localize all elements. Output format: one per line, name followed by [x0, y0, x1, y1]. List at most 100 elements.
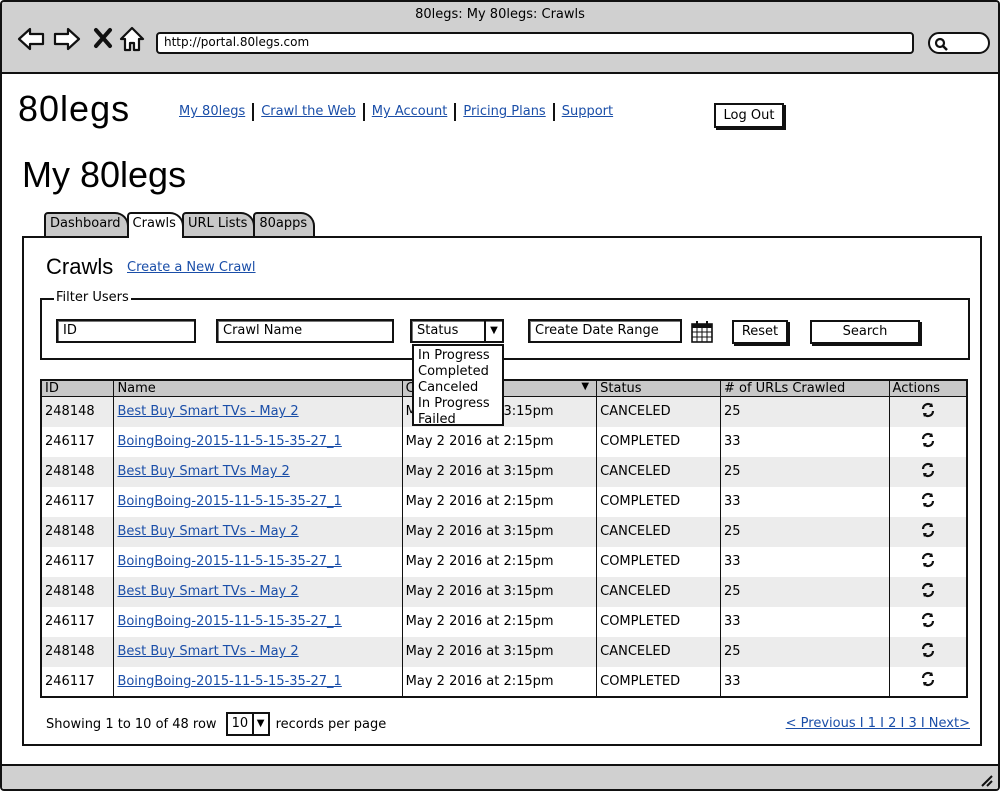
- refresh-icon[interactable]: [920, 552, 936, 568]
- page-title: My 80legs: [22, 154, 187, 195]
- cell-status: COMPLETED: [596, 426, 721, 457]
- nav-my-80legs[interactable]: My 80legs: [172, 103, 255, 121]
- tab-crawls[interactable]: Crawls: [126, 212, 184, 238]
- cell-id: 248148: [41, 516, 114, 547]
- cell-actions: [888, 486, 967, 517]
- cell-id: 248148: [41, 456, 114, 487]
- refresh-icon[interactable]: [920, 671, 936, 687]
- table-row: 246117 BoingBoing-2015-11-5-15-35-27_1 May…: [41, 606, 967, 637]
- tab-url-lists[interactable]: URL Lists: [181, 212, 256, 236]
- cell-actions: [888, 456, 967, 487]
- refresh-icon[interactable]: [920, 492, 936, 508]
- crawl-name-link[interactable]: Best Buy Smart TVs - May 2: [117, 524, 298, 539]
- cell-created: May 2 2016 at 2:15pm: [401, 546, 597, 577]
- logo: 80legs: [18, 88, 131, 129]
- refresh-icon[interactable]: [920, 432, 936, 448]
- refresh-icon[interactable]: [920, 612, 936, 628]
- cell-id: 248148: [41, 396, 114, 427]
- per-page-select[interactable]: 10 ▼: [225, 712, 270, 736]
- table-row: 248148Best Buy Smart TVs - May 2 May 2 20…: [41, 516, 967, 547]
- col-header-status[interactable]: Status: [596, 380, 721, 397]
- home-icon[interactable]: [117, 24, 147, 54]
- cell-status: COMPLETED: [596, 606, 721, 637]
- crawl-name-input[interactable]: Crawl Name: [216, 319, 394, 343]
- status-select-value: Status: [417, 323, 459, 338]
- nav-support[interactable]: Support: [555, 103, 620, 121]
- cell-actions: [888, 606, 967, 637]
- nav-pricing-plans[interactable]: Pricing Plans: [456, 103, 555, 121]
- cell-status: COMPLETED: [596, 666, 721, 697]
- crawl-name-link[interactable]: Best Buy Smart TVs - May 2: [117, 644, 298, 659]
- top-nav: My 80legs Crawl the Web My Account Prici…: [172, 103, 620, 121]
- crawl-name-link[interactable]: BoingBoing-2015-11-5-15-35-27_1: [117, 554, 341, 569]
- forward-icon[interactable]: [52, 24, 82, 54]
- cell-created: May 2 2016 at 3:15pm: [401, 516, 597, 547]
- cell-created: May 2 2016 at 2:15pm: [401, 426, 597, 457]
- status-option[interactable]: Completed: [418, 364, 498, 380]
- pagination-summary: Showing 1 to 10 of 48 row 10 ▼ records p…: [46, 712, 386, 736]
- stop-icon[interactable]: [90, 24, 120, 54]
- cell-id: 248148: [41, 636, 114, 667]
- pager-links[interactable]: < Previous I 1 I 2 I 3 I Next>: [786, 716, 970, 731]
- cell-urls: 33: [719, 426, 890, 457]
- cell-id: 246117: [45, 494, 95, 509]
- col-header-id[interactable]: ID: [41, 380, 114, 397]
- tab-dashboard[interactable]: Dashboard: [44, 212, 129, 236]
- reset-button[interactable]: Reset: [732, 320, 788, 344]
- search-button[interactable]: Search: [810, 320, 920, 344]
- calendar-icon[interactable]: [690, 320, 714, 344]
- crawl-name-link[interactable]: Best Buy Smart TVs - May 2: [117, 584, 298, 599]
- col-header-name[interactable]: Name: [113, 380, 403, 397]
- browser-statusbar: [2, 764, 998, 789]
- cell-actions: [888, 576, 967, 607]
- cell-urls: 25: [719, 636, 890, 667]
- refresh-icon[interactable]: [920, 582, 936, 598]
- cell-name: Best Buy Smart TVs - May 2: [113, 516, 403, 547]
- nav-my-account[interactable]: My Account: [365, 103, 457, 121]
- table-row: 246117 BoingBoing-2015-11-5-15-35-27_1 May…: [41, 666, 967, 697]
- table-row: 246117 BoingBoing-2015-11-5-15-35-27_1 May…: [41, 546, 967, 577]
- cell-urls: 25: [719, 396, 890, 427]
- window-title: 80legs: My 80legs: Crawls: [415, 7, 585, 22]
- cell-status: COMPLETED: [596, 546, 721, 577]
- crawl-name-link[interactable]: BoingBoing-2015-11-5-15-35-27_1: [117, 494, 341, 509]
- crawl-name-link[interactable]: BoingBoing-2015-11-5-15-35-27_1: [117, 674, 341, 689]
- refresh-icon[interactable]: [920, 462, 936, 478]
- crawl-name-link[interactable]: BoingBoing-2015-11-5-15-35-27_1: [117, 614, 341, 629]
- address-bar[interactable]: http://portal.80legs.com: [156, 32, 914, 54]
- status-option[interactable]: In Progress: [418, 396, 498, 412]
- logout-button[interactable]: Log Out: [714, 103, 784, 128]
- tab-80apps[interactable]: 80apps: [253, 212, 316, 236]
- crawl-name-link[interactable]: Best Buy Smart TVs - May 2: [117, 404, 298, 419]
- cell-status: COMPLETED: [596, 486, 721, 517]
- cell-created: May 2 2016 at 2:15pm: [401, 666, 597, 697]
- cell-name: BoingBoing-2015-11-5-15-35-27_1: [113, 486, 403, 517]
- refresh-icon[interactable]: [920, 642, 936, 658]
- cell-name: BoingBoing-2015-11-5-15-35-27_1: [113, 426, 403, 457]
- cell-status: CANCELED: [596, 576, 721, 607]
- chevron-down-icon[interactable]: ▼: [484, 321, 502, 341]
- cell-status: CANCELED: [596, 636, 721, 667]
- crawl-name-link[interactable]: BoingBoing-2015-11-5-15-35-27_1: [117, 434, 341, 449]
- id-filter-input[interactable]: ID: [56, 319, 196, 343]
- browser-search-field[interactable]: [928, 32, 990, 54]
- back-icon[interactable]: [16, 24, 46, 54]
- create-crawl-link[interactable]: Create a New Crawl: [127, 260, 256, 275]
- resize-grip-icon[interactable]: [978, 772, 994, 788]
- sort-desc-icon[interactable]: ▼: [581, 381, 589, 392]
- crawl-name-link[interactable]: Best Buy Smart TVs May 2: [117, 464, 289, 479]
- table-row: 246117 BoingBoing-2015-11-5-15-35-27_1 May…: [41, 486, 967, 517]
- col-header-urls[interactable]: # of URLs Crawled: [719, 380, 890, 397]
- refresh-icon[interactable]: [920, 522, 936, 538]
- status-option[interactable]: Canceled: [418, 380, 498, 396]
- date-range-input[interactable]: Create Date Range: [528, 319, 682, 343]
- status-option[interactable]: In Progress: [418, 348, 498, 364]
- browser-window: 80legs: My 80legs: Crawls http://portal.…: [0, 0, 1000, 791]
- refresh-icon[interactable]: [920, 402, 936, 418]
- cell-status: CANCELED: [596, 516, 721, 547]
- chevron-down-icon[interactable]: ▼: [251, 714, 268, 734]
- status-option[interactable]: Failed: [418, 412, 498, 428]
- status-select[interactable]: Status ▼: [410, 319, 504, 343]
- nav-crawl-the-web[interactable]: Crawl the Web: [254, 103, 365, 121]
- tab-bar: Dashboard Crawls URL Lists 80apps: [44, 212, 316, 238]
